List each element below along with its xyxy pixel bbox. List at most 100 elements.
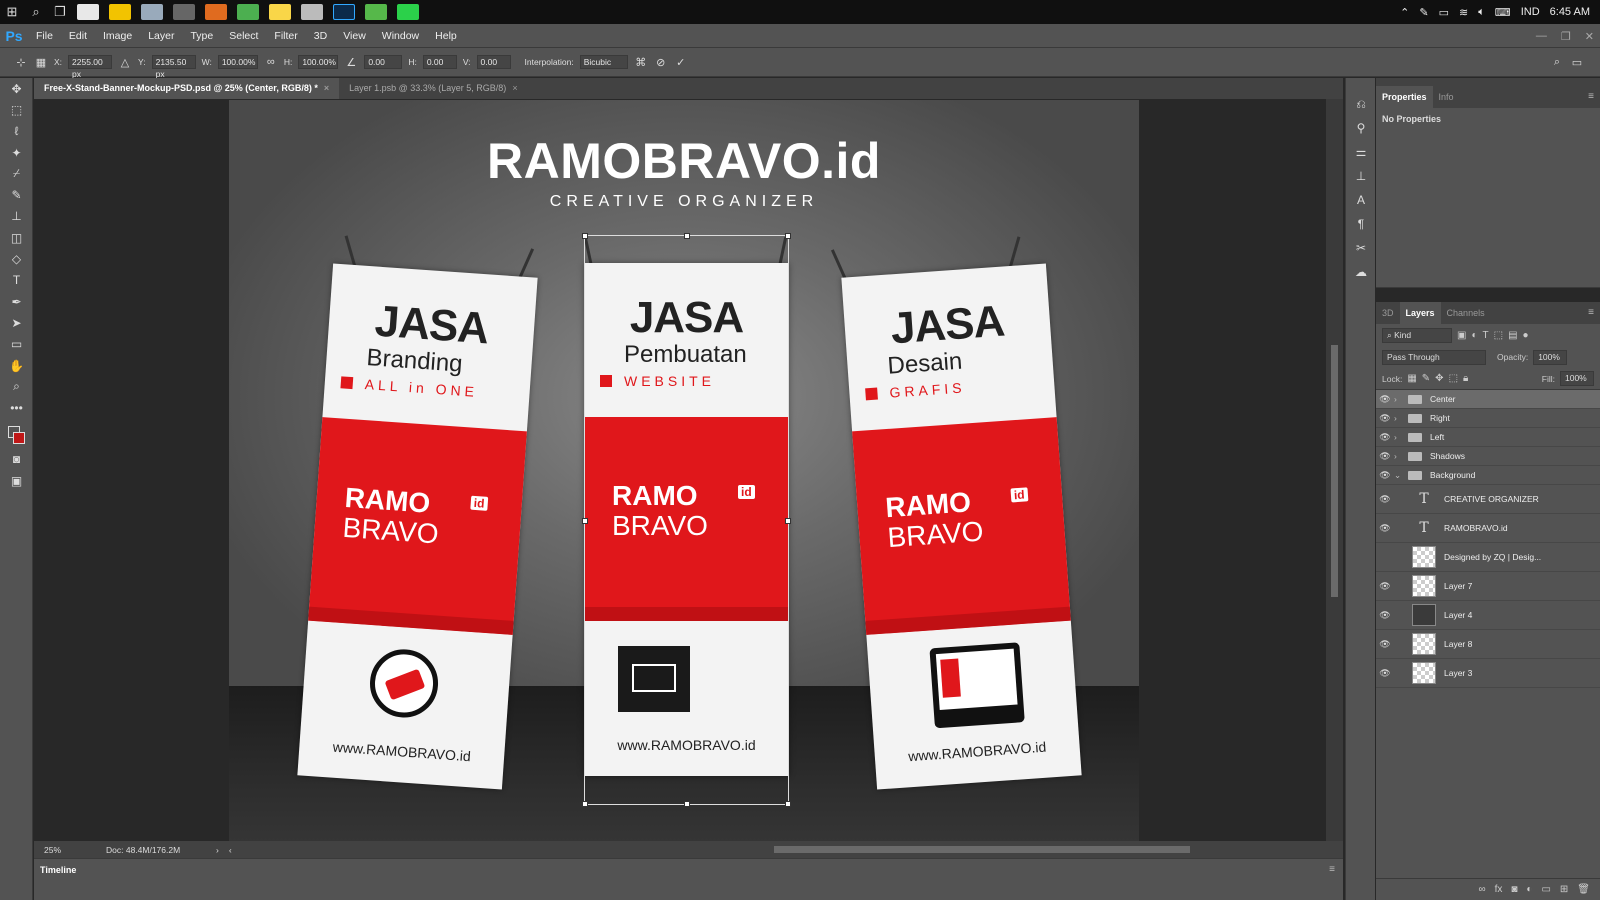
visibility-eye-icon[interactable]: 👁︎ (1376, 470, 1394, 481)
visibility-eye-icon[interactable]: 👁︎ (1376, 432, 1394, 443)
layer-row[interactable]: 👁︎ Layer 4 (1376, 601, 1600, 630)
height-field[interactable]: 100.00% (298, 55, 339, 69)
file-explorer-icon[interactable] (109, 4, 131, 20)
add-mask-icon[interactable]: ◙ (1511, 884, 1517, 895)
horizontal-scrollbar[interactable] (232, 841, 1322, 858)
kind-filter-select[interactable]: ⌕ Kind (1382, 327, 1452, 343)
chevron-right-icon[interactable]: › (1394, 451, 1404, 461)
layer-row[interactable]: Designed by ZQ | Desig... (1376, 543, 1600, 572)
trash-icon[interactable]: 🗑︎ (1577, 884, 1590, 895)
transform-handle[interactable] (582, 518, 588, 524)
move-tool-icon[interactable]: ✥ (0, 78, 33, 99)
layer-name[interactable]: Center (1430, 394, 1456, 404)
type-tool-icon[interactable]: T (0, 270, 33, 291)
chevron-right-icon[interactable]: › (1394, 432, 1404, 442)
banner-right[interactable]: JASA Desain GRAFIS RAMO BRAVO id www.RAM… (830, 236, 1082, 790)
banner-left[interactable]: JASA Branding ALL in ONE RAMO BRAVO id w… (297, 235, 538, 790)
filter-shape-icon[interactable]: ⬚ (1494, 330, 1503, 341)
transform-handle[interactable] (684, 233, 690, 239)
lasso-tool-icon[interactable]: ℓ (0, 121, 33, 142)
artboard[interactable]: RAMOBRAVO.id CREATIVE ORGANIZER JASA Bra… (229, 100, 1139, 841)
quick-mask-icon[interactable]: ◙ (0, 449, 33, 470)
lock-pixels-icon[interactable]: ✎ (1422, 373, 1430, 384)
delta-icon[interactable]: △ (118, 56, 132, 69)
path-selection-tool-icon[interactable]: ➤ (0, 312, 33, 333)
hskew-field[interactable]: 0.00 (422, 55, 457, 69)
task-view-icon[interactable]: ❐ (48, 0, 72, 24)
zoom-tool-icon[interactable]: ⌕ (0, 376, 33, 397)
commit-transform-icon[interactable]: ✓ (674, 56, 688, 69)
vskew-field[interactable]: 0.00 (476, 55, 511, 69)
taskbar-app-icon[interactable] (77, 4, 99, 20)
taskbar-app-icon[interactable] (301, 4, 323, 20)
visibility-eye-icon[interactable]: 👁︎ (1376, 451, 1394, 462)
chat-app-icon[interactable] (397, 4, 419, 20)
layer-row[interactable]: 👁︎ T RAMOBRAVO.id (1376, 514, 1600, 543)
transform-handle[interactable] (785, 801, 791, 807)
taskbar-app-icon[interactable] (365, 4, 387, 20)
adjustments-icon[interactable]: ⚌ (1346, 140, 1376, 164)
eraser-tool-icon[interactable]: ◫ (0, 227, 33, 248)
paragraph-icon[interactable]: ¶ (1346, 212, 1376, 236)
menu-view[interactable]: View (335, 24, 374, 48)
reference-point-icon[interactable]: ▦ (34, 56, 48, 69)
layer-name[interactable]: Layer 7 (1444, 581, 1472, 591)
lock-all-icon[interactable]: 🔒︎ (1463, 373, 1468, 384)
menu-file[interactable]: File (28, 24, 61, 48)
taskbar-app-icon[interactable] (141, 4, 163, 20)
chevron-up-icon[interactable]: ⌃ (1400, 6, 1409, 19)
chevron-right-icon[interactable]: › (216, 845, 219, 855)
adjustment-layer-icon[interactable]: ◐ (1526, 884, 1532, 895)
volume-icon[interactable]: 🔈︎ (1478, 6, 1485, 19)
interpolation-select[interactable]: Bicubic (579, 55, 628, 69)
visibility-eye-icon[interactable]: 👁︎ (1376, 413, 1394, 424)
chevron-right-icon[interactable]: › (1394, 413, 1404, 423)
transform-handle[interactable] (582, 233, 588, 239)
battery-icon[interactable]: ▭ (1439, 6, 1449, 19)
shape-tool-icon[interactable]: ▭ (0, 334, 33, 355)
menu-help[interactable]: Help (427, 24, 465, 48)
menu-image[interactable]: Image (95, 24, 140, 48)
tab-layers[interactable]: Layers (1399, 302, 1441, 324)
stamp-tool-icon[interactable]: ⊥ (0, 206, 33, 227)
angle-field[interactable]: 0.00 (364, 55, 403, 69)
warp-icon[interactable]: ⌘ (634, 56, 648, 69)
search-icon[interactable]: ⌕ (1550, 56, 1564, 69)
brush-tool-icon[interactable]: ✎ (0, 184, 33, 205)
new-group-icon[interactable]: ▭ (1541, 884, 1550, 895)
tab-document-2[interactable]: Layer 1.psb @ 33.3% (Layer 5, RGB/8) × (339, 78, 527, 99)
clone-source-icon[interactable]: ⊥ (1346, 164, 1376, 188)
tool-presets-icon[interactable]: ✂ (1346, 236, 1376, 260)
layer-name[interactable]: CREATIVE ORGANIZER (1444, 494, 1539, 504)
libraries-icon[interactable]: ☁ (1346, 260, 1376, 284)
visibility-eye-icon[interactable]: 👁︎ (1376, 494, 1394, 505)
tab-info[interactable]: Info (1433, 86, 1460, 108)
filter-adjustment-icon[interactable]: ◐ (1471, 330, 1477, 341)
layer-name[interactable]: Shadows (1430, 451, 1465, 461)
layer-name[interactable]: Right (1430, 413, 1450, 423)
y-field[interactable]: 2135.50 px (151, 55, 196, 79)
menu-type[interactable]: Type (182, 24, 221, 48)
blend-mode-select[interactable]: Pass Through (1382, 349, 1486, 365)
pen-tool-icon[interactable]: ✒ (0, 291, 33, 312)
language-indicator[interactable]: IND (1521, 6, 1540, 18)
tab-channels[interactable]: Channels (1441, 302, 1491, 324)
minimize-icon[interactable]: — (1536, 30, 1547, 42)
close-icon[interactable]: ✕ (1585, 30, 1594, 43)
fx-icon[interactable]: fx (1495, 884, 1503, 895)
layer-row[interactable]: 👁︎ › Right (1376, 409, 1600, 428)
close-icon[interactable]: × (324, 83, 329, 93)
visibility-eye-icon[interactable]: 👁︎ (1376, 581, 1394, 592)
layer-name[interactable]: Left (1430, 432, 1444, 442)
more-tools-icon[interactable]: ••• (0, 397, 33, 418)
menu-3d[interactable]: 3D (306, 24, 335, 48)
transform-handle[interactable] (582, 801, 588, 807)
search-icon[interactable]: ⌕ (24, 0, 48, 24)
layer-name[interactable]: Background (1430, 470, 1475, 480)
tab-document-1[interactable]: Free-X-Stand-Banner-Mockup-PSD.psd @ 25%… (34, 78, 340, 99)
tab-3d[interactable]: 3D (1376, 302, 1400, 324)
menu-edit[interactable]: Edit (61, 24, 95, 48)
timeline-tab[interactable]: Timeline (34, 859, 1343, 881)
fill-field[interactable]: 100% (1560, 371, 1594, 386)
transform-bounding-box[interactable] (582, 233, 791, 807)
